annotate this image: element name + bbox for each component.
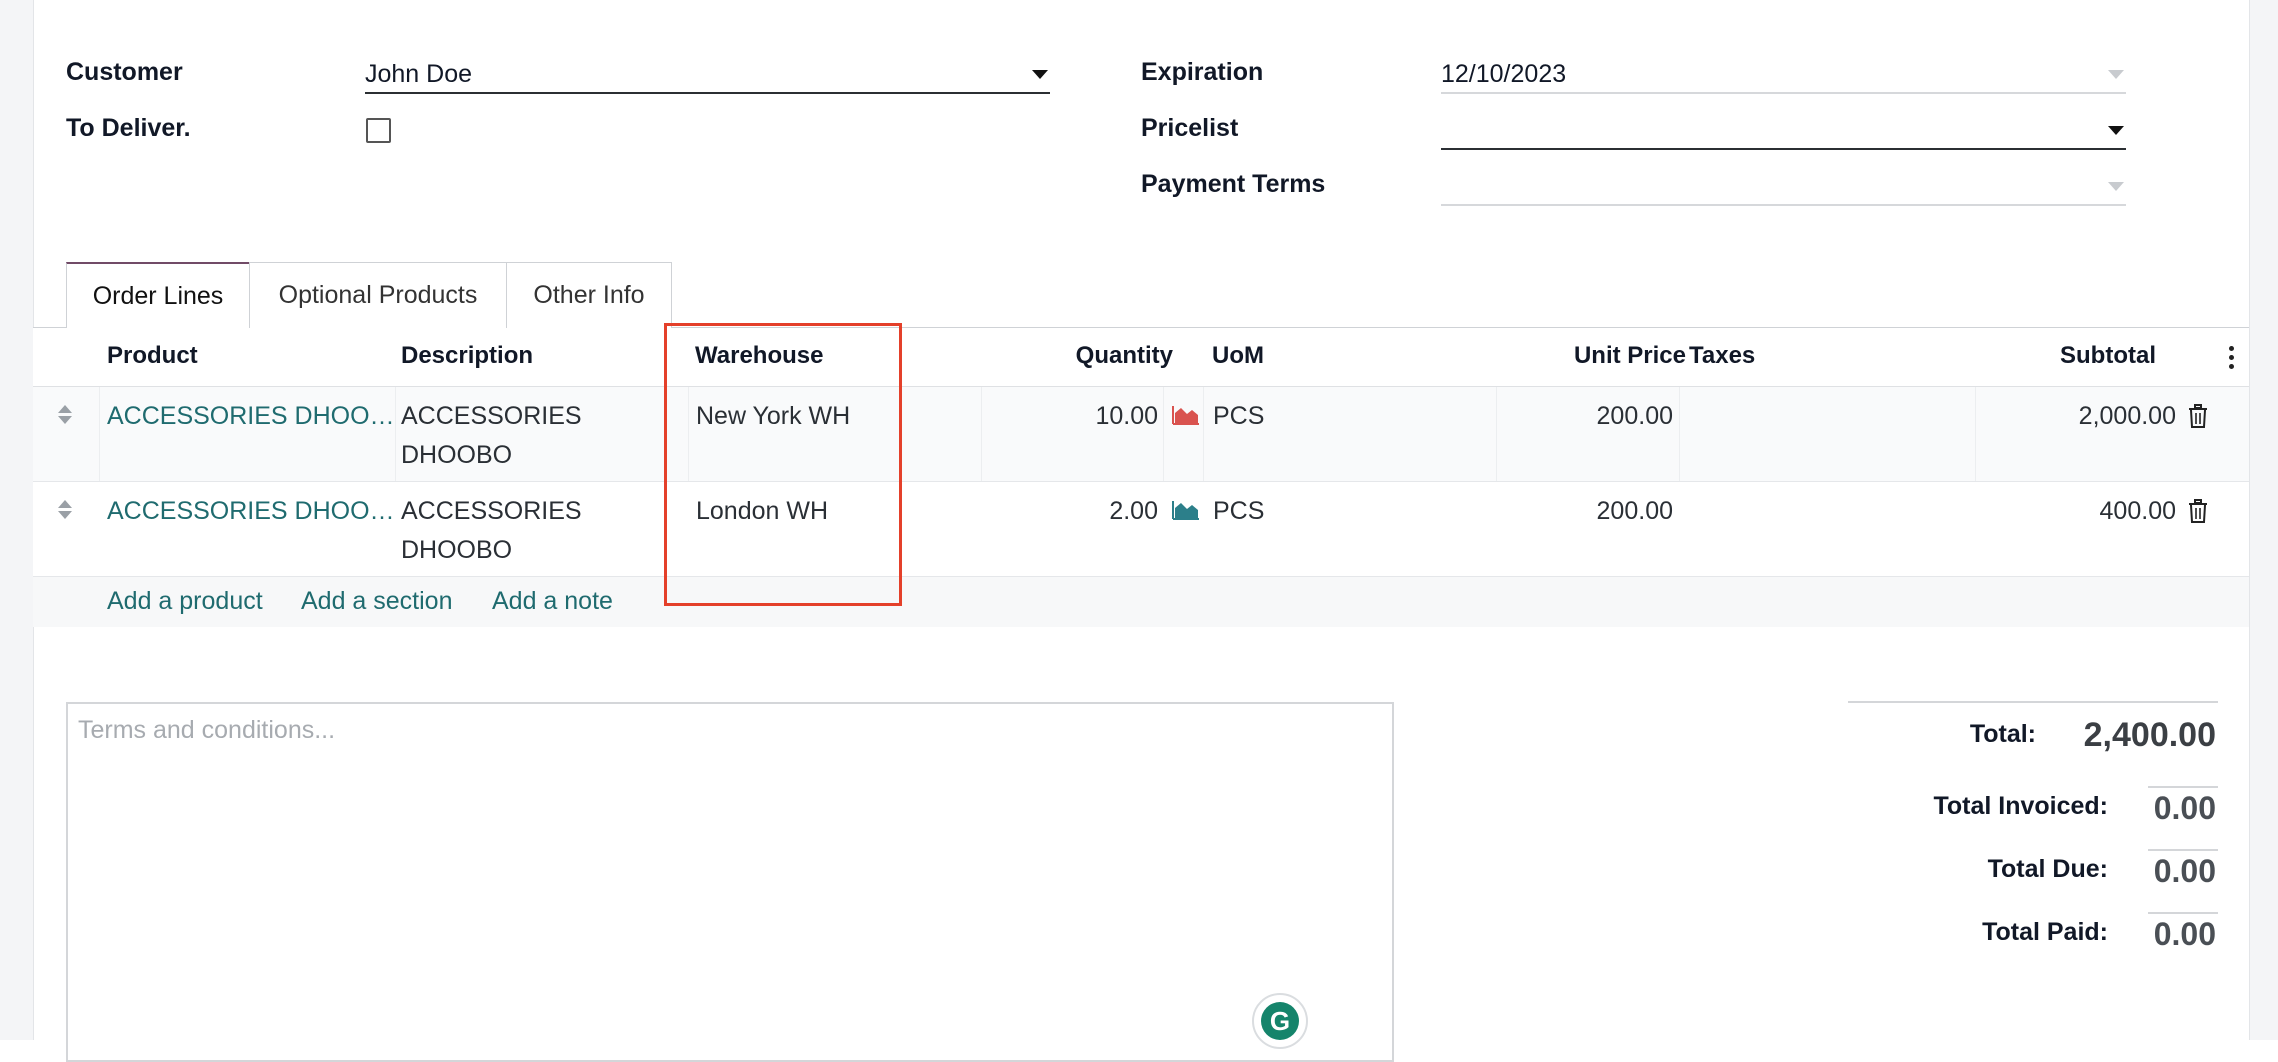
column-divider — [1203, 387, 1204, 481]
header-uom[interactable]: UoM — [1212, 342, 1264, 370]
table-header: Product Description Warehouse Quantity U… — [33, 328, 2249, 387]
left-gutter — [0, 0, 34, 1040]
expiration-value: 12/10/2023 — [1441, 60, 1567, 88]
grammarly-logo: G — [1261, 1002, 1299, 1040]
subtotal-value: 400.00 — [2099, 497, 2176, 525]
unit-price-value[interactable]: 200.00 — [1478, 397, 1673, 436]
warehouse-highlight-box — [664, 323, 902, 606]
column-divider — [99, 387, 100, 481]
header-description[interactable]: Description — [401, 342, 533, 370]
totals-divider — [2148, 849, 2218, 851]
product-name[interactable]: ACCESSORIES DHOO… — [107, 492, 395, 531]
tab-order-lines[interactable]: Order Lines — [66, 262, 250, 329]
total-label: Total: — [1969, 720, 2036, 748]
pricelist-label: Pricelist — [1141, 114, 1239, 142]
customer-field[interactable]: John Doe — [365, 58, 1050, 94]
description-line1: ACCESSORIES — [401, 497, 582, 525]
unit-price-value[interactable]: 200.00 — [1478, 492, 1673, 531]
product-name[interactable]: ACCESSORIES DHOO… — [107, 397, 395, 436]
add-product-link[interactable]: Add a product — [107, 587, 263, 616]
add-line-row: Add a product Add a section Add a note — [33, 577, 2249, 627]
customer-value: John Doe — [365, 60, 473, 88]
quantity-value[interactable]: 2.00 — [1018, 492, 1158, 531]
terms-placeholder: Terms and conditions... — [78, 716, 336, 744]
column-divider — [1679, 387, 1680, 481]
table-row[interactable]: ACCESSORIES DHOO… ACCESSORIES DHOOBO Lon… — [33, 482, 2249, 577]
payment-terms-field[interactable] — [1441, 170, 2126, 206]
description-line2: DHOOBO — [401, 536, 513, 564]
add-section-link[interactable]: Add a section — [301, 587, 453, 616]
chevron-down-icon[interactable] — [1032, 70, 1048, 79]
totals-divider — [1848, 701, 2218, 703]
column-divider — [395, 387, 396, 481]
right-gutter — [2249, 0, 2278, 1040]
total-invoiced-label: Total Invoiced: — [1933, 792, 2108, 820]
terms-textarea[interactable]: Terms and conditions... — [66, 702, 1394, 1062]
payment-terms-label: Payment Terms — [1141, 170, 1326, 198]
drag-handle-icon[interactable] — [58, 405, 72, 424]
expiration-field[interactable]: 12/10/2023 — [1441, 58, 2126, 94]
subtotal-value: 2,000.00 — [2078, 402, 2176, 430]
total-due-label: Total Due: — [1987, 855, 2108, 883]
expiration-label: Expiration — [1141, 58, 1264, 86]
column-divider — [981, 387, 982, 481]
column-options-icon[interactable] — [2229, 346, 2235, 373]
forecast-area-chart-icon[interactable] — [1172, 403, 1200, 425]
trash-icon[interactable] — [2188, 499, 2208, 523]
chevron-down-icon[interactable] — [2108, 70, 2124, 79]
pricelist-field[interactable] — [1441, 114, 2126, 150]
grammarly-icon[interactable]: G — [1252, 993, 1308, 1049]
to-deliver-label: To Deliver. — [66, 114, 191, 142]
header-unit-price[interactable]: Unit Price — [1478, 342, 1686, 370]
forecast-area-chart-icon[interactable] — [1172, 498, 1200, 520]
tab-other-info[interactable]: Other Info — [506, 262, 672, 328]
uom-value[interactable]: PCS — [1213, 492, 1264, 531]
description-line2: DHOOBO — [401, 441, 513, 469]
table-row[interactable]: ACCESSORIES DHOO… ACCESSORIES DHOOBO New… — [33, 387, 2249, 482]
total-due-value: 0.00 — [2153, 853, 2216, 889]
customer-label: Customer — [66, 58, 183, 86]
totals-divider — [2148, 912, 2218, 914]
header-quantity[interactable]: Quantity — [1018, 342, 1173, 370]
uom-value[interactable]: PCS — [1213, 397, 1264, 436]
to-deliver-checkbox[interactable] — [366, 118, 391, 143]
trash-icon[interactable] — [2188, 404, 2208, 428]
chevron-down-icon[interactable] — [2108, 182, 2124, 191]
drag-handle-icon[interactable] — [58, 500, 72, 519]
total-paid-value: 0.00 — [2153, 916, 2216, 952]
header-product[interactable]: Product — [107, 342, 198, 370]
chevron-down-icon[interactable] — [2108, 126, 2124, 135]
description-line1: ACCESSORIES — [401, 402, 582, 430]
add-note-link[interactable]: Add a note — [492, 587, 613, 616]
quantity-value[interactable]: 10.00 — [1018, 397, 1158, 436]
total-invoiced-value: 0.00 — [2153, 790, 2216, 826]
header-taxes[interactable]: Taxes — [1689, 342, 1755, 370]
total-paid-label: Total Paid: — [1982, 918, 2108, 946]
column-divider — [1163, 387, 1164, 481]
header-subtotal[interactable]: Subtotal — [1933, 342, 2156, 370]
tab-optional-products[interactable]: Optional Products — [249, 262, 507, 328]
totals-divider — [2148, 786, 2218, 788]
total-value: 2,400.00 — [2083, 716, 2216, 754]
